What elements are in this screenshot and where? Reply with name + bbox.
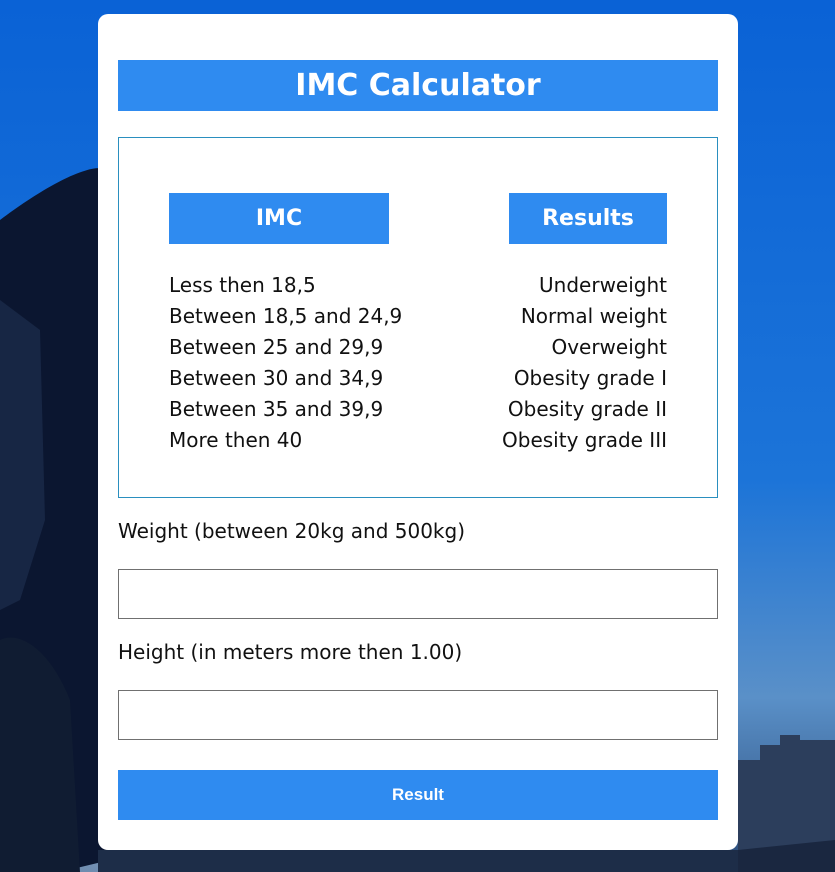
imc-result-item: Normal weight (520, 304, 667, 328)
imc-range-item: More then 40 (169, 428, 303, 452)
imc-result-item: Overweight (551, 335, 667, 359)
page-title: IMC Calculator (118, 60, 718, 111)
weight-label: Weight (between 20kg and 500kg) (118, 519, 466, 543)
weight-input[interactable] (118, 569, 718, 619)
imc-result-item: Obesity grade I (513, 366, 667, 390)
imc-range-item: Between 25 and 29,9 (169, 335, 384, 359)
imc-result-item: Obesity grade II (507, 397, 667, 421)
imc-result-item: Underweight (539, 273, 667, 297)
result-button[interactable]: Result (118, 770, 718, 820)
imc-range-list: Less then 18,5 Between 18,5 and 24,9 Bet… (169, 270, 419, 456)
imc-range-item: Less then 18,5 (169, 273, 316, 297)
calculator-card: IMC Calculator IMC Results Less then 18,… (98, 14, 738, 850)
results-column-header: Results (509, 193, 667, 244)
imc-range-item: Between 30 and 34,9 (169, 366, 384, 390)
height-label: Height (in meters more then 1.00) (118, 640, 463, 664)
imc-range-item: Between 18,5 and 24,9 (169, 304, 403, 328)
imc-range-item: Between 35 and 39,9 (169, 397, 384, 421)
imc-column-header: IMC (169, 193, 389, 244)
height-input[interactable] (118, 690, 718, 740)
imc-reference-table: IMC Results Less then 18,5 Between 18,5 … (118, 137, 718, 498)
imc-result-list: Underweight Normal weight Overweight Obe… (449, 270, 667, 456)
imc-result-item: Obesity grade III (502, 428, 667, 452)
